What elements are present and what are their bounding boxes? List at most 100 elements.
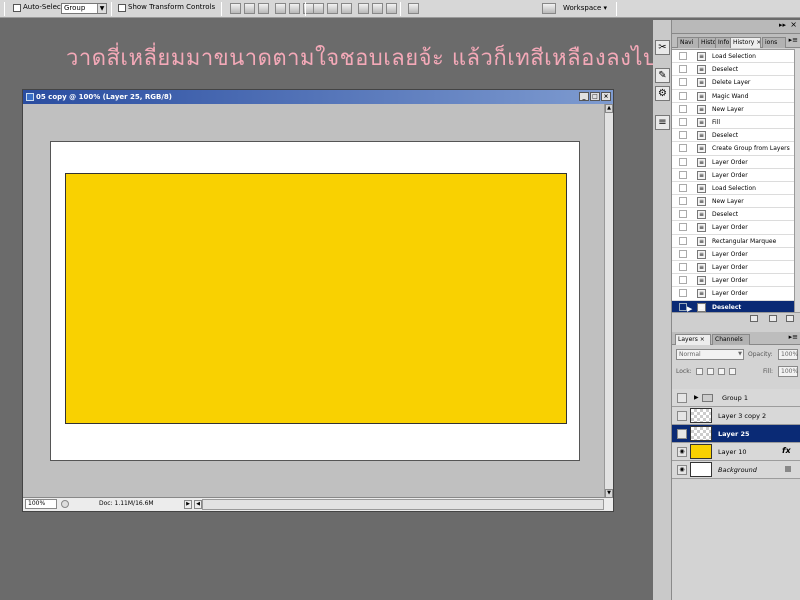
history-item[interactable]: ≡ New Layer (672, 103, 800, 116)
history-source-checkbox[interactable] (679, 144, 687, 153)
canvas-area[interactable] (23, 104, 606, 498)
distribute-bottom-icon[interactable] (340, 3, 352, 14)
history-source-checkbox[interactable] (679, 197, 687, 206)
history-item[interactable]: ≡ Deselect (672, 63, 800, 77)
history-item[interactable]: ≡ Magic Wand (672, 90, 800, 103)
tab-actions[interactable]: ions (762, 37, 786, 48)
history-item[interactable]: ≡ Rectangular Marquee (672, 235, 800, 248)
panel-menu-icon[interactable]: ▸≡ (789, 333, 798, 341)
visibility-eye-icon[interactable]: ◉ (677, 465, 687, 475)
expand-triangle-icon[interactable]: ▶ (694, 394, 699, 401)
status-menu-arrow-icon[interactable]: ▶ (184, 500, 192, 509)
trash-icon[interactable] (786, 315, 794, 322)
visibility-eye-icon[interactable] (677, 429, 687, 439)
history-source-checkbox[interactable] (679, 65, 687, 74)
visibility-eye-icon[interactable] (677, 393, 687, 403)
blend-mode-select[interactable]: Normal ▼ (676, 349, 744, 360)
distribute-right-icon[interactable] (386, 3, 397, 14)
panel-dock-header[interactable]: ▸▸ × (672, 20, 800, 34)
document-title-bar[interactable]: 05 copy @ 100% (Layer 25, RGB/8) _ □ × (23, 90, 613, 104)
layer-row[interactable]: ◉ Layer 10 fx (672, 443, 800, 461)
history-source-checkbox[interactable] (679, 131, 687, 140)
distribute-middle-icon[interactable] (326, 3, 338, 14)
history-source-checkbox[interactable] (679, 223, 687, 232)
tab-channels[interactable]: Channels (712, 334, 750, 345)
lock-position-icon[interactable] (718, 368, 725, 375)
bridge-icon[interactable] (541, 3, 556, 14)
history-item[interactable]: ≡ Create Group from Layers (672, 142, 800, 156)
history-source-checkbox[interactable] (679, 183, 687, 192)
history-item[interactable]: ≡ Delete Layer (672, 76, 800, 90)
tools-icon[interactable]: ✂ (655, 40, 670, 55)
history-source-checkbox[interactable] (679, 117, 687, 126)
document-canvas[interactable] (50, 141, 580, 461)
clone-source-icon[interactable]: ⚙ (655, 86, 670, 101)
auto-align-icon[interactable] (407, 3, 419, 14)
align-top-icon[interactable] (229, 3, 241, 14)
layer-row[interactable]: Layer 25 (672, 425, 800, 443)
history-scrollbar[interactable] (794, 49, 800, 312)
history-item[interactable]: ≡ Layer Order (672, 221, 800, 235)
history-item[interactable]: ≡ Layer Order (672, 248, 800, 261)
tab-layers[interactable]: Layers × (675, 334, 711, 345)
lock-image-icon[interactable] (707, 368, 714, 375)
history-item[interactable]: ≡ Deselect (672, 208, 800, 222)
layer-row[interactable]: ▶ Group 1 (672, 389, 800, 407)
lock-transparent-icon[interactable] (696, 368, 703, 375)
history-item[interactable]: ≡ Fill (672, 116, 800, 130)
history-source-checkbox[interactable] (679, 157, 687, 166)
tab-navigator[interactable]: Navi (677, 37, 699, 48)
zoom-field[interactable]: 100% (25, 499, 57, 509)
history-source-checkbox[interactable] (679, 91, 687, 100)
history-list[interactable]: ≡ Load Selection ≡ Deselect ≡ Delete Layer ≡ Ma… (672, 49, 800, 314)
history-item[interactable]: ≡ Load Selection (672, 182, 800, 196)
layer-row[interactable]: ◉ Background (672, 461, 800, 479)
auto-select-dropdown[interactable]: Group ▼ (61, 3, 107, 14)
history-source-checkbox[interactable] (679, 78, 687, 87)
history-item[interactable]: ≡ Layer Order (672, 274, 800, 288)
distribute-top-icon[interactable] (312, 3, 324, 14)
auto-select-checkbox[interactable] (13, 4, 21, 12)
workspace-button[interactable]: Workspace ▾ (563, 2, 607, 14)
scroll-left-icon[interactable]: ◀ (194, 500, 202, 509)
fill-field[interactable]: 100% (778, 366, 798, 377)
scroll-up-icon[interactable]: ▲ (605, 104, 613, 113)
close-button[interactable]: × (601, 92, 611, 101)
minimize-button[interactable]: _ (579, 92, 589, 101)
align-center-icon[interactable] (289, 3, 300, 14)
history-source-checkbox[interactable] (679, 210, 687, 219)
history-source-checkbox[interactable] (679, 263, 687, 271)
close-icon[interactable]: × (790, 20, 797, 29)
history-item[interactable]: ≡ Layer Order (672, 156, 800, 169)
opacity-field[interactable]: 100% (778, 349, 798, 360)
notes-icon[interactable]: ≡ (655, 115, 670, 130)
align-bottom-icon[interactable] (257, 3, 269, 14)
history-item[interactable]: ≡ Layer Order (672, 287, 800, 301)
align-middle-icon[interactable] (243, 3, 255, 14)
history-source-checkbox[interactable] (679, 289, 687, 298)
tab-info[interactable]: Info (715, 37, 731, 48)
history-source-checkbox[interactable] (679, 104, 687, 113)
history-source-checkbox[interactable] (679, 249, 687, 258)
maximize-button[interactable]: □ (590, 92, 600, 101)
tab-histogram[interactable]: Histo (698, 37, 716, 48)
layer-effects-icon[interactable]: fx (782, 446, 791, 455)
history-source-checkbox[interactable] (679, 236, 687, 245)
history-item[interactable]: ≡ Load Selection (672, 50, 800, 64)
history-source-checkbox[interactable] (679, 302, 687, 311)
align-left-icon[interactable] (275, 3, 286, 14)
visibility-eye-icon[interactable]: ◉ (677, 447, 687, 457)
status-icon[interactable] (61, 500, 69, 508)
tab-history[interactable]: History × (730, 37, 761, 48)
history-source-checkbox[interactable] (679, 276, 687, 285)
camera-icon[interactable] (769, 315, 777, 322)
visibility-eye-icon[interactable] (677, 411, 687, 421)
dock-collapse-icon[interactable]: ▸▸ (779, 21, 786, 29)
history-item[interactable]: ≡ Deselect (672, 129, 800, 143)
show-transform-checkbox[interactable] (118, 4, 126, 12)
lock-all-icon[interactable] (729, 368, 736, 375)
history-item[interactable]: ≡ Layer Order (672, 261, 800, 275)
horizontal-scrollbar[interactable] (202, 499, 604, 510)
snapshot-icon[interactable] (750, 315, 758, 322)
history-source-checkbox[interactable] (679, 170, 687, 179)
